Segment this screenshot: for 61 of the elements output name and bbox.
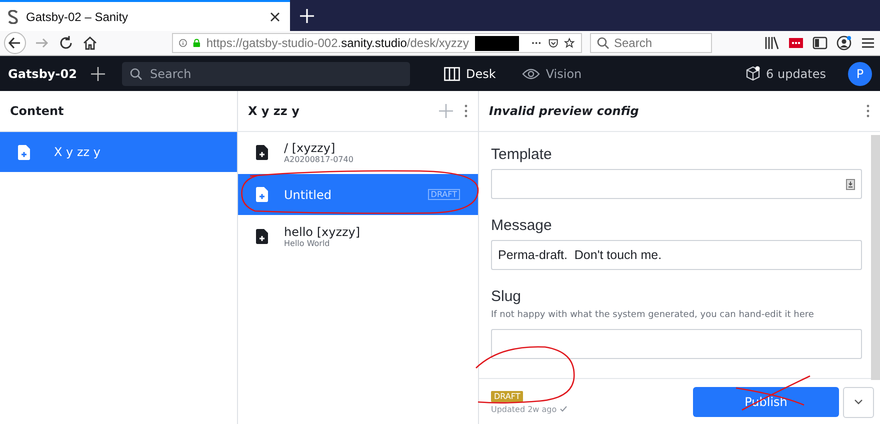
document-title: Untitled [284, 188, 332, 202]
updated-text: Updated 2w ago [491, 404, 557, 414]
new-tab-icon[interactable] [299, 8, 315, 24]
input-field[interactable]: Perma-draft. Don't touch me. [491, 240, 862, 270]
add-icon[interactable] [90, 66, 106, 82]
back-icon[interactable] [4, 32, 26, 54]
updates-button[interactable]: 6 updates [746, 66, 826, 81]
picker-icon [846, 178, 855, 190]
browser-search-field[interactable]: Search [590, 33, 712, 53]
more-vertical-icon[interactable] [866, 104, 870, 118]
document-icon [256, 145, 268, 160]
list-item[interactable]: X y zz y [0, 132, 237, 173]
input-field[interactable] [491, 329, 862, 359]
document-icon [256, 229, 268, 244]
document-item[interactable]: hello [xyzzy] Hello World [238, 216, 478, 258]
document-title: / [xyzzy] [284, 141, 336, 155]
draft-badge: DRAFT [491, 390, 524, 402]
url-text: https://gatsby-studio-002.sanity.studio/desk/xyzzy [206, 36, 469, 50]
field-label: Message [491, 217, 553, 234]
sanity-logo-icon [8, 10, 18, 24]
eye-icon [522, 68, 540, 80]
columns-icon [444, 66, 460, 80]
field-description: If not happy with what the system generated, you can hand-edit it here [491, 310, 815, 320]
browser-tab[interactable]: Gatsby-02 – Sanity [0, 0, 290, 31]
user-avatar[interactable]: P [848, 62, 872, 86]
document-title: hello [xyzzy] [284, 225, 362, 239]
star-icon[interactable] [564, 35, 575, 51]
pane-title: Content [10, 104, 65, 118]
close-icon[interactable] [268, 10, 282, 24]
lock-icon [193, 37, 200, 49]
info-icon [179, 37, 187, 49]
more-vertical-icon[interactable] [464, 104, 468, 118]
document-icon [256, 187, 268, 202]
sidebar-icon[interactable] [812, 35, 828, 51]
account-icon[interactable] [836, 35, 852, 51]
nav-tab[interactable]: Vision [514, 66, 590, 80]
library-icon[interactable] [764, 35, 780, 51]
home-icon[interactable] [82, 35, 98, 51]
field-label: Slug [491, 288, 522, 305]
reload-icon[interactable] [58, 35, 74, 51]
extension-icon[interactable] [788, 35, 804, 51]
input-field[interactable] [491, 169, 862, 199]
scrollbar[interactable] [871, 135, 880, 380]
nav-tab[interactable]: Desk [436, 66, 504, 80]
chevron-down-icon [854, 399, 863, 405]
search-icon [130, 68, 142, 80]
redaction-bar [474, 36, 519, 50]
search-icon [597, 37, 609, 49]
document-icon [18, 144, 30, 160]
check-icon [560, 406, 567, 412]
address-bar[interactable]: https://gatsby-studio-002.sanity.studio/desk/xyzzy [172, 33, 582, 53]
pane-title: Invalid preview config [489, 104, 640, 118]
pane-title: X y zz y [248, 104, 300, 118]
document-subtitle: Hello World [284, 239, 331, 248]
studio-search-field[interactable]: Search [122, 62, 410, 86]
document-item[interactable]: Untitled DRAFT [238, 174, 478, 216]
field-label: Template [491, 146, 553, 163]
project-name[interactable]: Gatsby-02 [8, 66, 80, 80]
package-icon [746, 66, 760, 81]
document-subtitle: A20200817-0740 [284, 155, 354, 164]
draft-badge: DRAFT [428, 189, 460, 200]
